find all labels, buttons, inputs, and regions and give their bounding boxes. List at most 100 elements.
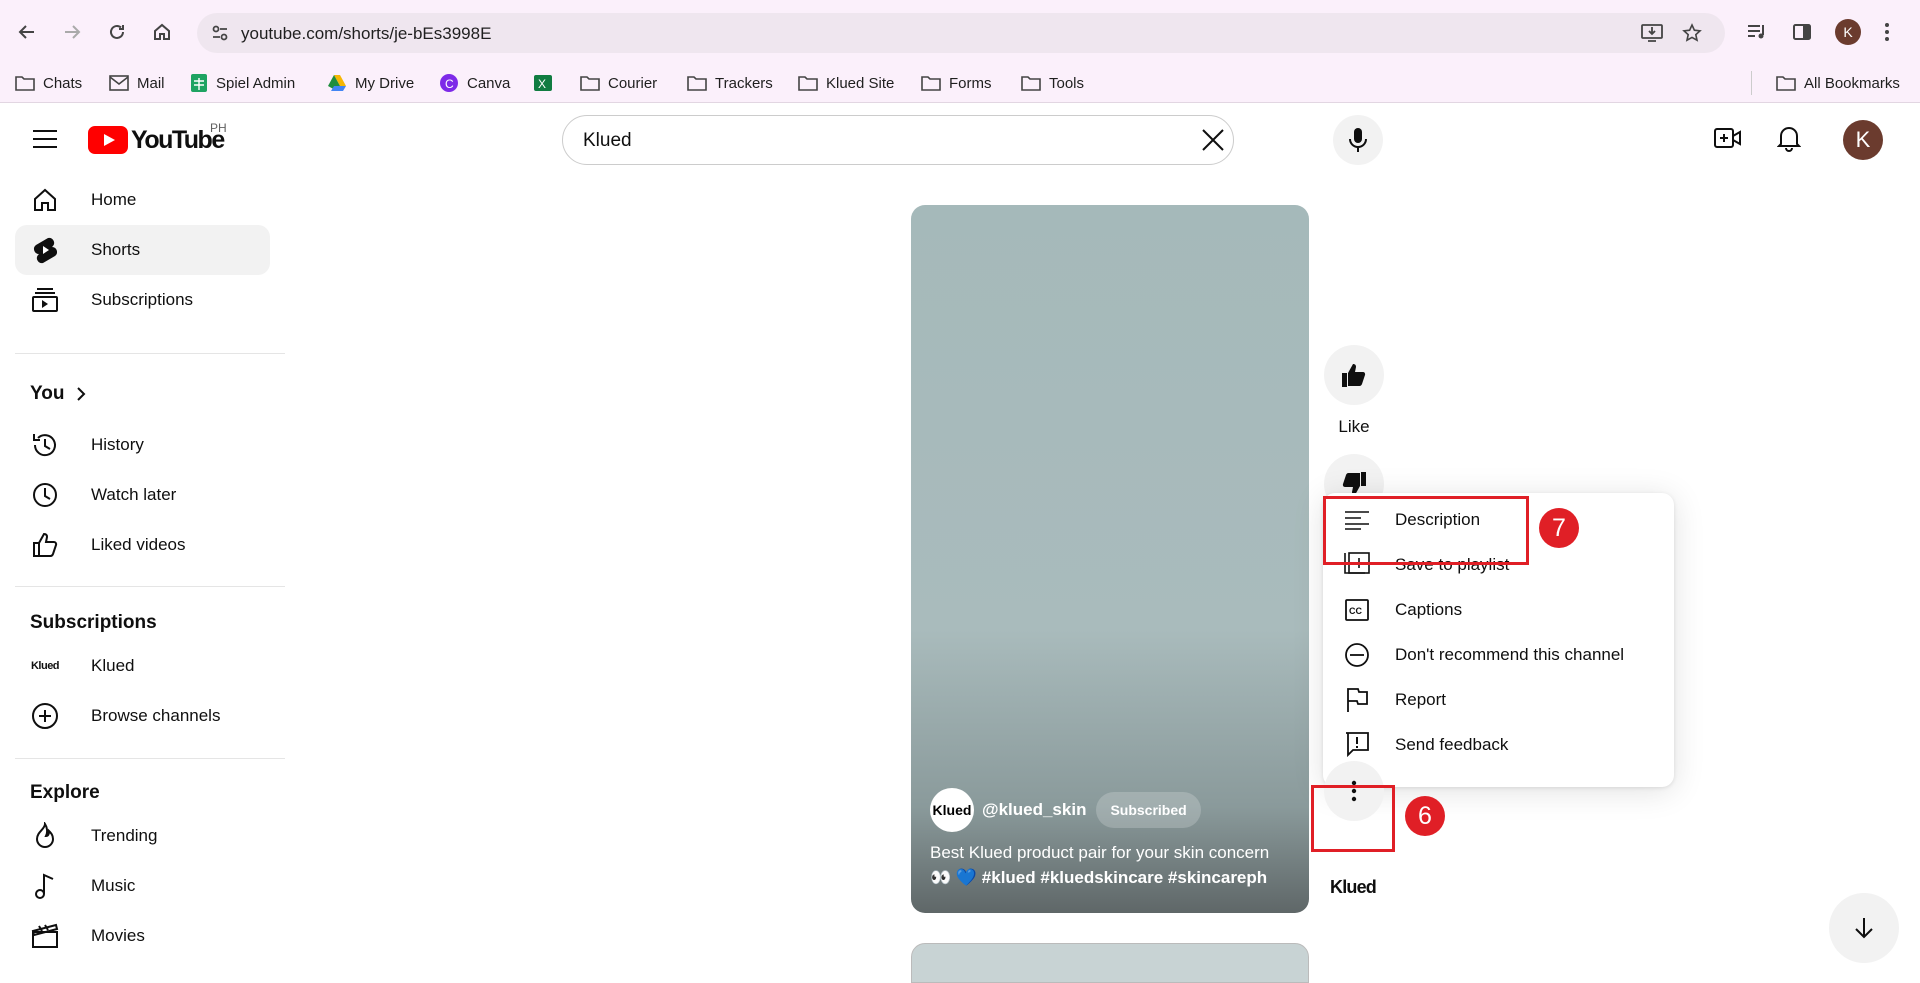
- youtube-play-icon: [88, 126, 128, 154]
- site-info-icon[interactable]: [211, 24, 229, 42]
- create-video-icon[interactable]: [1714, 126, 1742, 150]
- folder-icon: [687, 76, 707, 91]
- menu-item-dont-recommend[interactable]: Don't recommend this channel: [1323, 632, 1674, 677]
- add-circle-icon: [32, 703, 58, 729]
- step-badge-7: 7: [1539, 508, 1579, 548]
- bookmark-excel[interactable]: X: [533, 73, 561, 93]
- captions-icon: CC: [1345, 599, 1369, 621]
- home-icon: [154, 23, 170, 40]
- menu-item-report[interactable]: Report: [1323, 677, 1674, 722]
- home-icon: [34, 188, 56, 211]
- search-box[interactable]: Klued: [562, 115, 1234, 165]
- sidebar-item-klued[interactable]: Klued Klued: [15, 641, 270, 691]
- bookmark-star-icon[interactable]: [1682, 23, 1702, 43]
- microphone-icon: [1349, 128, 1367, 152]
- like-button[interactable]: [1324, 345, 1384, 405]
- folder-icon: [15, 76, 35, 91]
- browser-chrome: youtube.com/shorts/je-bEs3998E K: [0, 0, 1920, 63]
- sidebar-item-watch-later[interactable]: Watch later: [15, 470, 270, 520]
- channel-handle[interactable]: @klued_skin: [982, 800, 1086, 820]
- forward-arrow-icon: [65, 25, 81, 39]
- sidebar-item-subscriptions[interactable]: Subscriptions: [15, 275, 270, 325]
- bookmark-spiel-admin[interactable]: Spiel Admin: [190, 73, 295, 93]
- bookmarks-bar: Chats Mail Spiel Admin My Drive C Canva …: [0, 63, 1920, 103]
- movies-icon: [31, 923, 59, 948]
- folder-icon: [1776, 76, 1796, 91]
- arrow-down-icon: [1855, 918, 1873, 939]
- address-bar[interactable]: youtube.com/shorts/je-bEs3998E: [197, 13, 1725, 53]
- mail-icon: [109, 75, 129, 91]
- step-badge-6: 6: [1405, 796, 1445, 836]
- voice-search-button[interactable]: [1333, 115, 1383, 165]
- install-app-icon[interactable]: [1641, 23, 1663, 43]
- browser-menu-icon[interactable]: [1883, 22, 1891, 42]
- side-panel-icon[interactable]: [1792, 22, 1812, 42]
- channel-avatar[interactable]: Klued: [930, 788, 974, 832]
- like-action[interactable]: Like: [1323, 345, 1385, 437]
- block-icon: [1345, 643, 1369, 667]
- bookmark-canva[interactable]: C Canva: [439, 73, 510, 93]
- sidebar-item-music[interactable]: Music: [15, 861, 270, 911]
- next-short-button[interactable]: [1829, 893, 1899, 963]
- canva-icon: C: [440, 74, 458, 92]
- sidebar-item-movies[interactable]: Movies: [15, 911, 270, 961]
- back-button[interactable]: [10, 15, 44, 49]
- highlight-description: [1323, 496, 1529, 565]
- next-short-preview[interactable]: [911, 943, 1309, 983]
- svg-text:CC: CC: [1349, 606, 1362, 616]
- short-video-player[interactable]: Klued @klued_skin Subscribed Best Klued …: [911, 205, 1309, 913]
- short-channel-row: Klued @klued_skin Subscribed: [930, 788, 1201, 832]
- history-icon: [33, 434, 56, 457]
- sidebar-item-browse-channels[interactable]: Browse channels: [15, 691, 270, 741]
- home-button[interactable]: [145, 15, 179, 49]
- bookmark-tools[interactable]: Tools: [1021, 73, 1084, 93]
- folder-icon: [921, 76, 941, 91]
- reload-button[interactable]: [100, 15, 134, 49]
- like-label: Like: [1338, 417, 1370, 436]
- sidebar-item-liked-videos[interactable]: Liked videos: [15, 520, 270, 570]
- bookmark-trackers[interactable]: Trackers: [687, 73, 773, 93]
- search-input[interactable]: Klued: [583, 130, 632, 152]
- forward-button[interactable]: [55, 15, 89, 49]
- url-text[interactable]: youtube.com/shorts/je-bEs3998E: [241, 24, 491, 44]
- shorts-icon: [34, 237, 57, 264]
- chevron-right-icon: [77, 387, 86, 401]
- clear-search-icon[interactable]: [1199, 126, 1227, 154]
- menu-item-captions[interactable]: CC Captions: [1323, 587, 1674, 632]
- drive-icon: [328, 75, 346, 91]
- klued-channel-logo: Klued: [30, 660, 60, 672]
- flag-icon: [1347, 688, 1368, 712]
- bookmark-forms[interactable]: Forms: [921, 73, 992, 93]
- folder-icon: [798, 76, 818, 91]
- address-row: youtube.com/shorts/je-bEs3998E K: [0, 8, 1920, 56]
- hamburger-menu-icon[interactable]: [32, 128, 58, 150]
- bookmark-klued-site[interactable]: Klued Site: [798, 73, 894, 93]
- all-bookmarks[interactable]: All Bookmarks: [1776, 73, 1900, 93]
- subscribed-button[interactable]: Subscribed: [1096, 792, 1201, 828]
- account-avatar[interactable]: K: [1843, 120, 1883, 160]
- excel-icon: X: [534, 75, 552, 91]
- masthead: YouTube PH Klued K: [0, 104, 1920, 174]
- sidebar-item-shorts[interactable]: Shorts: [15, 225, 270, 275]
- feedback-icon: [1346, 732, 1369, 758]
- bookmark-courier[interactable]: Courier: [580, 73, 657, 93]
- short-caption[interactable]: Best Klued product pair for your skin co…: [930, 840, 1300, 890]
- bookmark-chats[interactable]: Chats: [15, 73, 82, 93]
- folder-icon: [1021, 76, 1041, 91]
- sidebar-item-history[interactable]: History: [15, 420, 270, 470]
- channel-logo-action[interactable]: Klued: [1330, 877, 1377, 898]
- sidebar-item-trending[interactable]: Trending: [15, 811, 270, 861]
- youtube-logo[interactable]: YouTube PH: [88, 121, 227, 155]
- svg-text:C: C: [445, 77, 454, 91]
- search-button[interactable]: [1233, 116, 1234, 165]
- sidebar-you-heading[interactable]: You: [30, 383, 86, 405]
- sidebar-item-home[interactable]: Home: [15, 175, 270, 225]
- sidebar-subscriptions-heading: Subscriptions: [30, 612, 157, 633]
- notifications-bell-icon[interactable]: [1777, 124, 1801, 152]
- back-arrow-icon: [18, 25, 34, 39]
- profile-avatar[interactable]: K: [1835, 19, 1861, 45]
- media-control-icon[interactable]: [1746, 22, 1768, 42]
- bookmark-mail[interactable]: Mail: [109, 73, 165, 93]
- watch-later-icon: [33, 483, 57, 507]
- bookmark-my-drive[interactable]: My Drive: [327, 73, 414, 93]
